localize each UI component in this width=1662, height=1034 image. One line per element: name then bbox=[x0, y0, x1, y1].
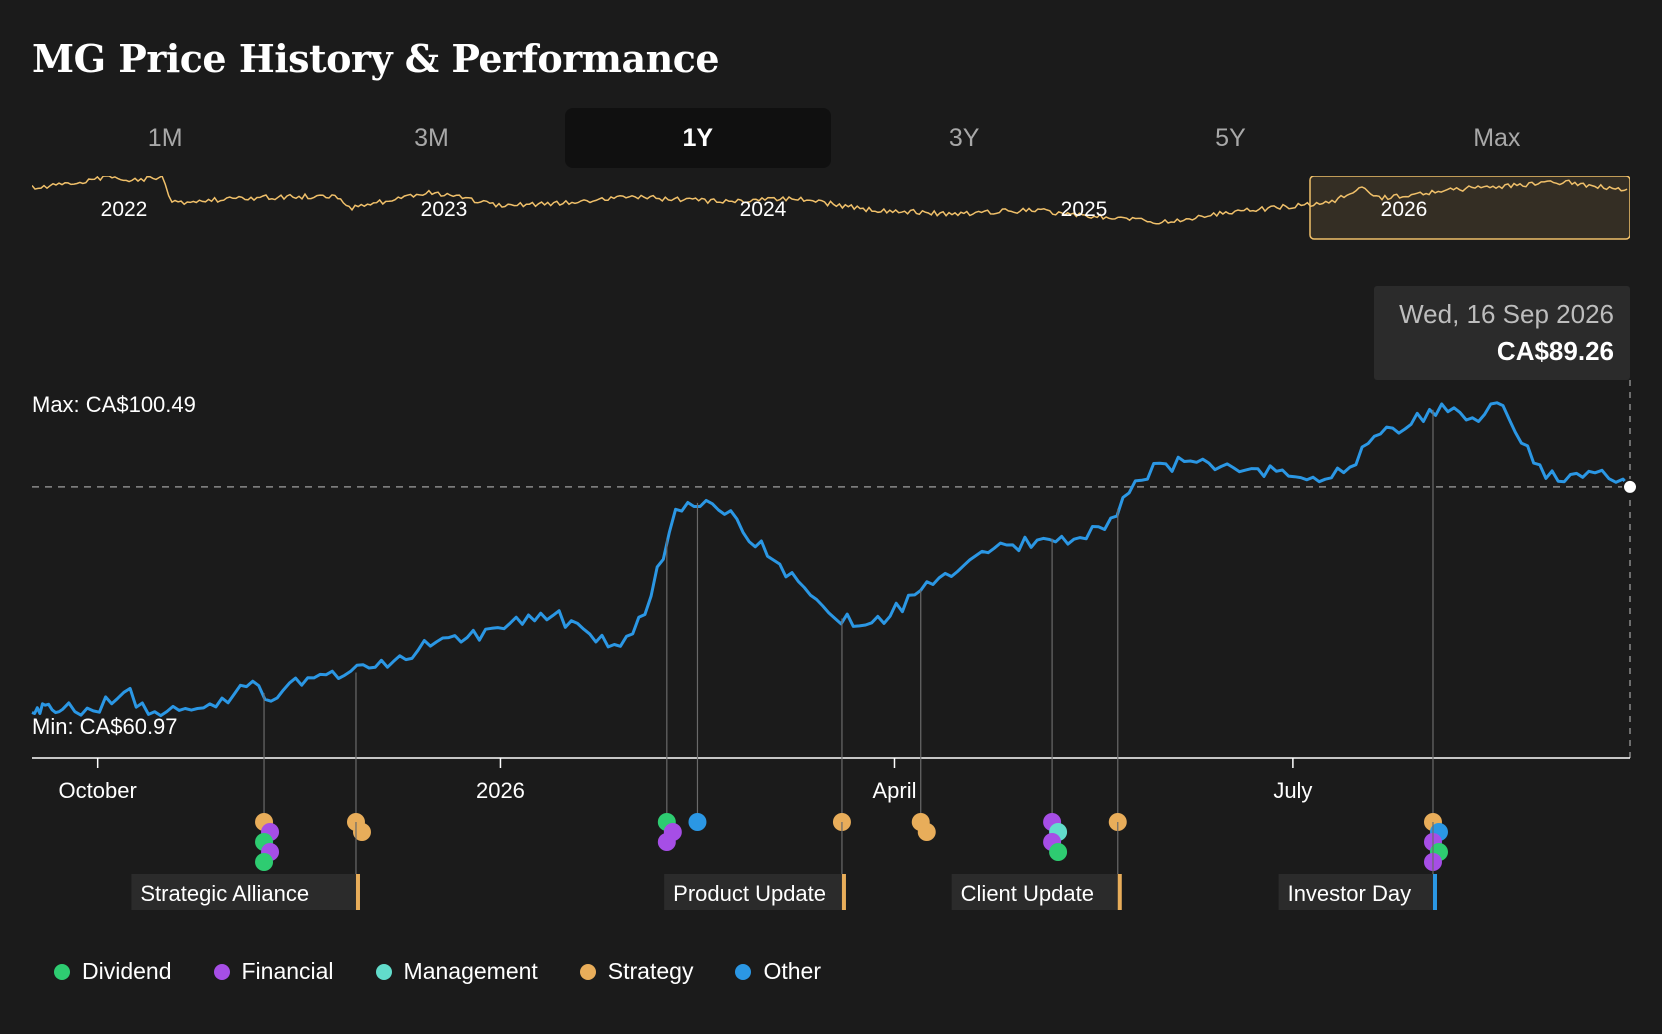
event-label-text: Product Update bbox=[673, 881, 826, 906]
tooltip-price: CA$89.26 bbox=[1496, 336, 1614, 366]
x-tick-label: 2026 bbox=[476, 778, 525, 803]
event-dot-strategy[interactable] bbox=[917, 823, 936, 841]
navigator-year-label: 2022 bbox=[101, 198, 148, 221]
x-tick-label: July bbox=[1273, 778, 1312, 803]
tab-3m[interactable]: 3M bbox=[298, 108, 564, 168]
legend-label: Other bbox=[763, 958, 821, 984]
event-dot-other[interactable] bbox=[688, 813, 707, 831]
event-label-accent bbox=[1432, 874, 1437, 910]
max-price-label: Max: CA$100.49 bbox=[32, 392, 196, 417]
tab-max[interactable]: Max bbox=[1364, 108, 1630, 168]
legend-item-other[interactable]: Other bbox=[735, 958, 821, 985]
event-label-accent bbox=[355, 874, 360, 910]
event-dot-dividend[interactable] bbox=[1049, 843, 1068, 861]
event-label-text: Strategic Alliance bbox=[140, 881, 309, 906]
tooltip-date: Wed, 16 Sep 2026 bbox=[1399, 299, 1614, 329]
range-tabs: 1M 3M 1Y 3Y 5Y Max bbox=[32, 108, 1630, 168]
price-tooltip: Wed, 16 Sep 2026 CA$89.26 bbox=[1374, 286, 1630, 380]
other-dot-icon bbox=[735, 963, 752, 980]
dividend-dot-icon bbox=[54, 963, 70, 980]
financial-dot-icon bbox=[213, 963, 230, 980]
navigator-year-label: 2024 bbox=[740, 198, 787, 221]
legend-label: Management bbox=[403, 958, 538, 984]
x-tick-label: October bbox=[59, 778, 137, 803]
strategy-dot-icon bbox=[579, 963, 596, 980]
tab-5y[interactable]: 5Y bbox=[1097, 108, 1363, 168]
x-tick-label: April bbox=[872, 778, 916, 803]
event-legend: Dividend Financial Management Strategy O… bbox=[54, 958, 863, 985]
legend-label: Dividend bbox=[82, 958, 172, 984]
event-dot-dividend[interactable] bbox=[255, 853, 274, 871]
page-title: MG Price History & Performance bbox=[32, 36, 720, 81]
legend-item-strategy[interactable]: Strategy bbox=[579, 958, 694, 985]
navigator-selected-window[interactable] bbox=[1309, 176, 1630, 240]
tab-1m[interactable]: 1M bbox=[32, 108, 298, 168]
legend-item-management[interactable]: Management bbox=[375, 958, 538, 985]
legend-item-financial[interactable]: Financial bbox=[213, 958, 334, 985]
event-label-accent bbox=[1117, 874, 1122, 910]
navigator-year-label: 2023 bbox=[421, 198, 468, 221]
tab-3y[interactable]: 3Y bbox=[831, 108, 1097, 168]
legend-label: Financial bbox=[241, 958, 334, 984]
range-navigator[interactable]: 2022 2023 2024 2025 2026 bbox=[32, 176, 1630, 242]
price-series-line bbox=[31, 401, 1632, 718]
price-history-widget: MG Price History & Performance 1M 3M 1Y … bbox=[0, 0, 1662, 1034]
event-dot-financial[interactable] bbox=[657, 833, 676, 851]
current-price-marker bbox=[1622, 478, 1638, 495]
navigator-year-label: 2025 bbox=[1061, 198, 1108, 221]
event-label-text: Investor Day bbox=[1288, 881, 1412, 906]
legend-item-dividend[interactable]: Dividend bbox=[54, 958, 172, 985]
min-price-label: Min: CA$60.97 bbox=[32, 714, 178, 739]
navigator-year-label: 2026 bbox=[1381, 198, 1428, 221]
event-label-text: Client Update bbox=[961, 881, 1094, 906]
event-label-accent bbox=[841, 874, 846, 910]
tab-1y[interactable]: 1Y bbox=[564, 108, 831, 168]
management-dot-icon bbox=[375, 963, 392, 980]
legend-label: Strategy bbox=[607, 958, 694, 984]
